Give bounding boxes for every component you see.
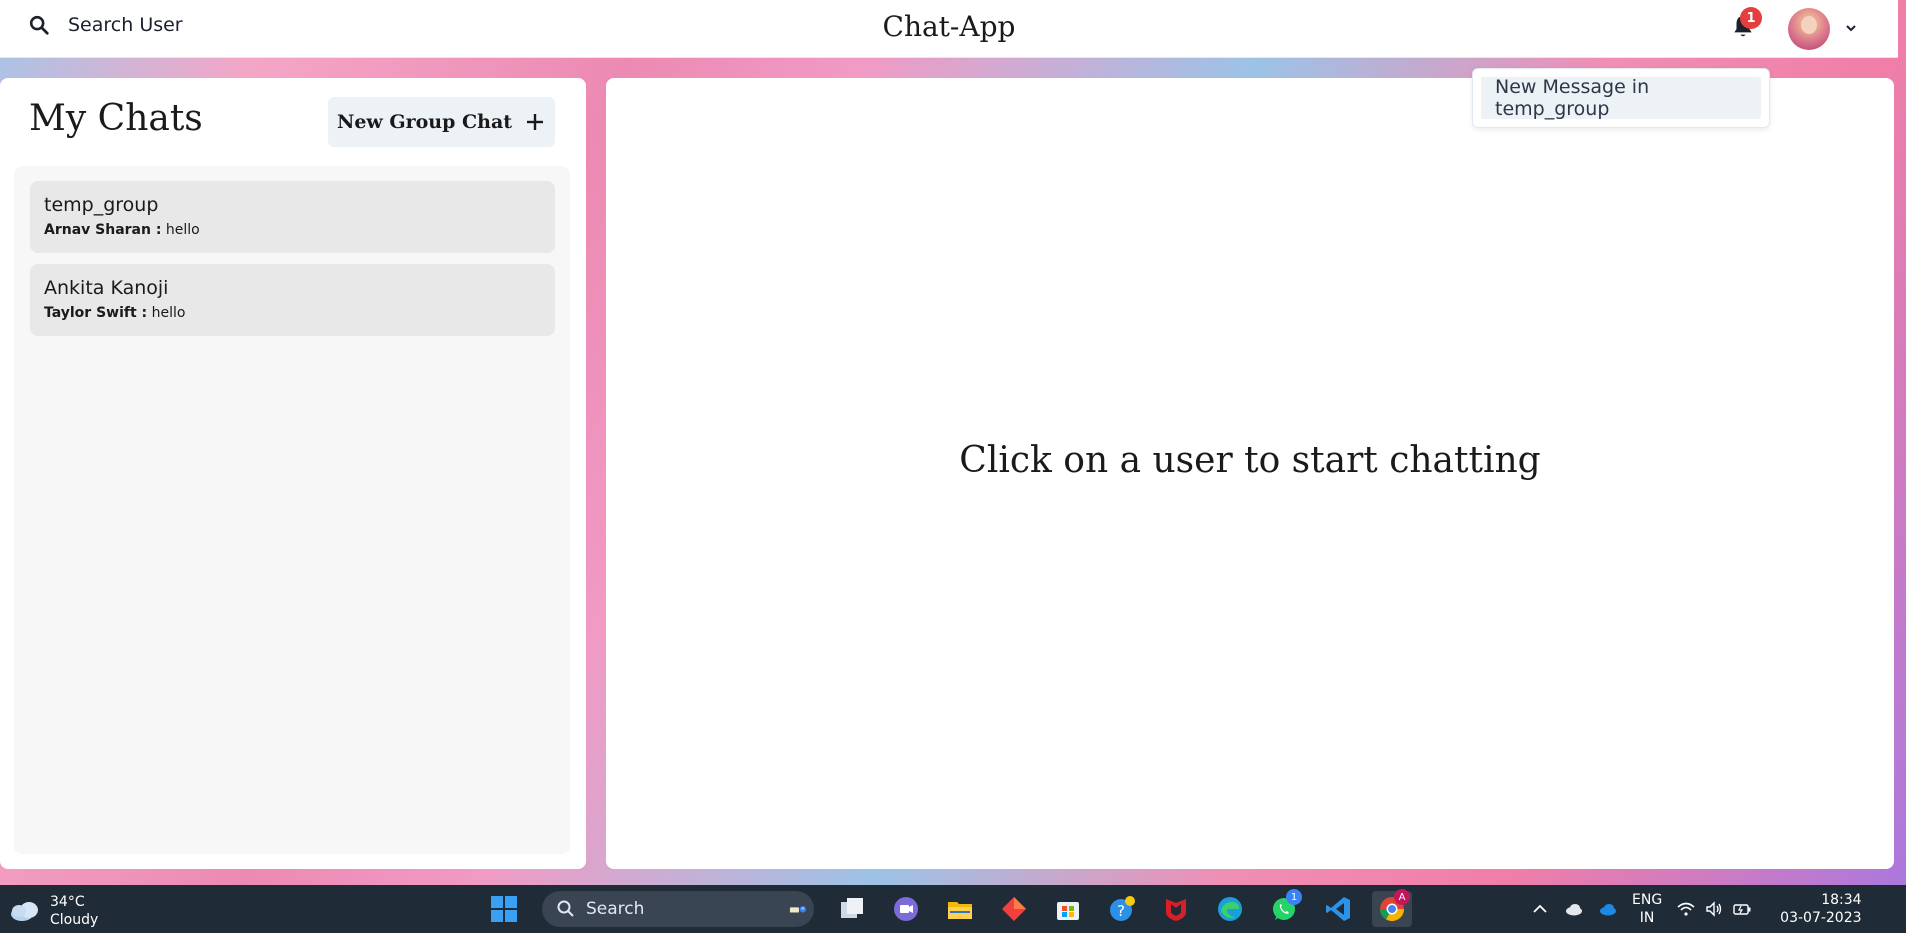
edge-button[interactable] <box>1210 891 1250 927</box>
clock-time: 18:34 <box>1821 892 1862 908</box>
search-icon <box>29 15 49 35</box>
teams-chat-button[interactable] <box>886 891 926 927</box>
chat-latest-message: Taylor Swift : hello <box>44 304 541 322</box>
video-chat-icon <box>894 897 918 921</box>
start-button[interactable] <box>484 891 524 927</box>
weather-desc: Cloudy <box>50 912 99 928</box>
help-button[interactable]: ? <box>1102 891 1142 927</box>
taskbar-search-label: Search <box>586 899 645 919</box>
shield-icon <box>1166 899 1186 921</box>
plus-icon <box>527 114 544 130</box>
wifi-icon <box>1677 902 1695 916</box>
windows-icon <box>491 896 517 922</box>
my-chats-panel: My Chats New Group Chat temp_group Arnav… <box>0 78 586 869</box>
chat-list: temp_group Arnav Sharan : hello Ankita K… <box>14 166 570 854</box>
search-highlight-icon <box>789 906 807 913</box>
chat-name: temp_group <box>44 194 159 216</box>
store-icon <box>1057 902 1079 920</box>
search-user-label: Search User <box>68 14 183 36</box>
new-group-chat-button[interactable]: New Group Chat <box>328 97 555 147</box>
avatar <box>1788 8 1830 50</box>
search-user-button[interactable]: Search User <box>28 14 183 36</box>
help-icon: ? <box>1110 896 1135 921</box>
language-region: IN <box>1639 910 1655 926</box>
top-header: Search User Chat-App 1 <box>0 0 1898 58</box>
chevron-down-icon <box>1844 20 1858 39</box>
system-tray: ENG IN 18:34 03-07-2023 <box>1530 891 1862 927</box>
show-hidden-icons-button[interactable] <box>1530 899 1550 919</box>
app-diamond-button[interactable] <box>994 891 1034 927</box>
vscode-button[interactable] <box>1318 891 1358 927</box>
chat-latest-sender: Taylor Swift : <box>44 305 148 321</box>
folder-icon <box>948 902 972 919</box>
taskbar-search[interactable]: Search <box>542 891 814 927</box>
onedrive-icon <box>1600 904 1616 916</box>
chat-box-panel: Click on a user to start chatting <box>606 78 1894 869</box>
taskbar-apps: Search ? 1 A <box>484 889 1412 927</box>
notification-count-badge: 1 <box>1740 7 1762 29</box>
mcafee-button[interactable] <box>1156 891 1196 927</box>
onedrive-button[interactable] <box>1598 899 1618 919</box>
chat-list-item[interactable]: Ankita Kanoji Taylor Swift : hello <box>30 264 555 336</box>
language-code: ENG <box>1632 892 1663 908</box>
chat-latest-sender: Arnav Sharan : <box>44 222 162 238</box>
app-title: Chat-App <box>882 10 1016 43</box>
chat-latest-message: Arnav Sharan : hello <box>44 221 541 239</box>
clock-date: 03-07-2023 <box>1780 910 1862 926</box>
svg-text:?: ? <box>1117 902 1125 920</box>
chat-list-item[interactable]: temp_group Arnav Sharan : hello <box>30 181 555 253</box>
weather-widget[interactable]: 34°C Cloudy <box>8 893 98 929</box>
chat-latest-text: hello <box>151 305 186 321</box>
network-volume-battery-button[interactable] <box>1676 899 1752 919</box>
notification-item[interactable]: New Message in temp_group <box>1481 76 1761 120</box>
chrome-button[interactable]: A <box>1372 889 1412 927</box>
chat-name: Ankita Kanoji <box>44 277 169 299</box>
search-icon <box>557 900 574 917</box>
clock[interactable]: 18:34 03-07-2023 <box>1780 891 1861 927</box>
weather-temp: 34°C <box>50 894 85 910</box>
task-view-icon <box>841 898 863 918</box>
notification-bell[interactable]: 1 <box>1730 7 1762 44</box>
taskbar: 34°C Cloudy Search ? 1 A ENG IN 18:34 03… <box>0 885 1906 933</box>
task-view-button[interactable] <box>832 891 872 927</box>
cloud-icon <box>1566 904 1582 916</box>
language-indicator[interactable]: ENG IN <box>1632 891 1662 927</box>
whatsapp-button[interactable]: 1 <box>1264 889 1304 927</box>
chat-latest-text: hello <box>165 222 200 238</box>
notification-menu: New Message in temp_group <box>1472 68 1770 128</box>
empty-chat-message: Click on a user to start chatting <box>959 440 1541 481</box>
file-explorer-button[interactable] <box>940 891 980 927</box>
profile-menu-button[interactable] <box>1788 8 1858 50</box>
chevron-up-icon <box>1533 904 1547 913</box>
whatsapp-badge: 1 <box>1286 889 1302 905</box>
new-group-chat-label: New Group Chat <box>336 111 513 133</box>
onedrive-personal-button[interactable] <box>1564 899 1584 919</box>
my-chats-title: My Chats <box>29 98 203 139</box>
microsoft-store-button[interactable] <box>1048 891 1088 927</box>
battery-icon <box>1733 904 1751 915</box>
vscode-icon <box>1326 897 1350 921</box>
cloud-icon <box>11 902 38 921</box>
chrome-profile-badge: A <box>1394 889 1410 905</box>
volume-icon <box>1706 901 1722 917</box>
edge-icon <box>1218 897 1242 921</box>
diamond-app-icon <box>1002 897 1026 921</box>
